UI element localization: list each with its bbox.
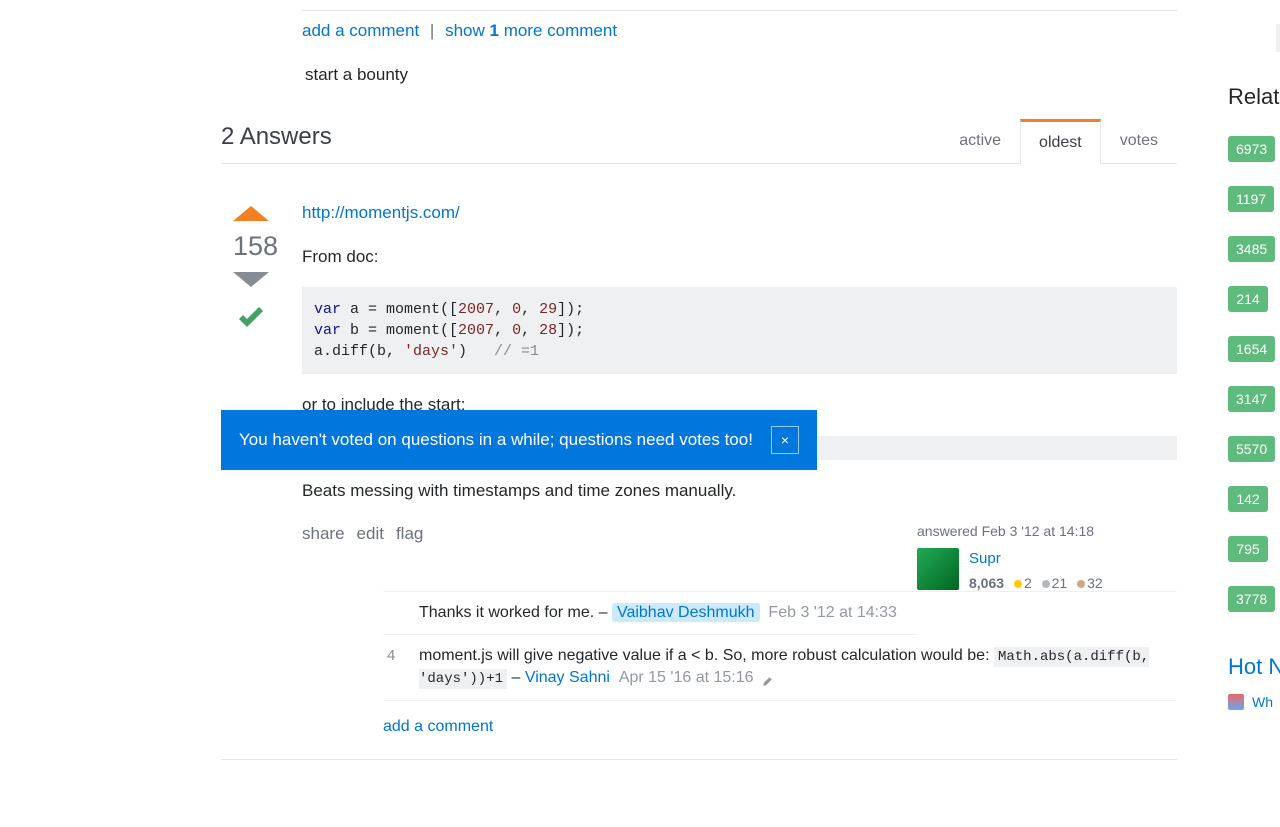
upvote-button[interactable] bbox=[233, 206, 269, 221]
answered-time: answered Feb 3 '12 at 14:18 bbox=[917, 521, 1177, 542]
related-item[interactable]: 3778 bbox=[1228, 586, 1280, 612]
comment-score bbox=[383, 602, 419, 624]
answers-header: 2 Answers active oldest votes bbox=[221, 119, 1177, 164]
related-heading: Related bbox=[1228, 84, 1280, 110]
related-item[interactable]: 795 bbox=[1228, 536, 1280, 562]
edit-link[interactable]: edit bbox=[357, 521, 384, 547]
silver-badge-icon bbox=[1042, 580, 1050, 588]
comment-row: Thanks it worked for me. – Vaibhav Deshm… bbox=[383, 592, 917, 635]
start-bounty-link[interactable]: start a bounty bbox=[305, 65, 1177, 85]
answer-sort-tabs: active oldest votes bbox=[940, 119, 1177, 163]
beats-text: Beats messing with timestamps and time z… bbox=[302, 478, 1177, 504]
related-list: 6973 1197 3485 214 1654 3147 5570 142 79… bbox=[1228, 136, 1280, 612]
related-item[interactable]: 3485 bbox=[1228, 236, 1280, 262]
related-item[interactable]: 142 bbox=[1228, 486, 1280, 512]
post-signature: answered Feb 3 '12 at 14:18 Supr 8,063 2… bbox=[917, 521, 1177, 595]
hot-network-item[interactable]: Wh bbox=[1228, 694, 1280, 710]
toast-message: You haven't voted on questions in a whil… bbox=[239, 430, 753, 450]
related-item[interactable]: 1197 bbox=[1228, 186, 1280, 212]
separator: | bbox=[430, 21, 434, 40]
answerer-name-link[interactable]: Supr bbox=[969, 550, 1001, 567]
main-content: add a comment | show 1 more comment star… bbox=[221, 0, 1177, 760]
code-block-1: var a = moment([2007, 0, 29]); var b = m… bbox=[302, 287, 1177, 374]
tab-votes[interactable]: votes bbox=[1101, 119, 1177, 164]
add-comment-link[interactable]: add a comment bbox=[383, 718, 493, 735]
comment-date: Feb 3 '12 at 14:33 bbox=[768, 604, 896, 621]
gold-badge-icon bbox=[1014, 580, 1022, 588]
downvote-button[interactable] bbox=[233, 272, 269, 287]
accepted-checkmark-icon bbox=[233, 301, 269, 337]
momentjs-link[interactable]: http://momentjs.com/ bbox=[302, 203, 460, 222]
from-doc-text: From doc: bbox=[302, 244, 1177, 270]
related-item[interactable]: 214 bbox=[1228, 286, 1280, 312]
share-link[interactable]: share bbox=[302, 521, 345, 547]
answers-count-heading: 2 Answers bbox=[221, 123, 332, 163]
sidebar-question-score: -3 bbox=[1276, 24, 1280, 52]
user-avatar[interactable] bbox=[917, 548, 959, 590]
show-more-comments-link[interactable]: show 1 more comment bbox=[445, 21, 617, 40]
vote-reminder-toast: You haven't voted on questions in a whil… bbox=[221, 410, 817, 470]
add-comment-link[interactable]: add a comment bbox=[302, 21, 419, 40]
comment-body: moment.js will give negative value if a … bbox=[419, 645, 1177, 690]
site-icon bbox=[1228, 694, 1244, 710]
comment-user-link[interactable]: Vinay Sahni bbox=[525, 669, 610, 686]
toast-close-button[interactable]: × bbox=[771, 426, 799, 454]
vote-count: 158 bbox=[233, 231, 269, 262]
comment-body: Thanks it worked for me. – Vaibhav Deshm… bbox=[419, 602, 917, 624]
tab-active[interactable]: active bbox=[940, 119, 1020, 164]
right-sidebar: -3 Related 6973 1197 3485 214 1654 3147 … bbox=[1228, 0, 1280, 710]
related-item[interactable]: 5570 bbox=[1228, 436, 1280, 462]
related-item[interactable]: 1654 bbox=[1228, 336, 1280, 362]
bronze-badge-icon bbox=[1077, 580, 1085, 588]
comment-row: 4 moment.js will give negative value if … bbox=[383, 635, 1177, 701]
comment-user-link[interactable]: Vaibhav Deshmukh bbox=[612, 603, 760, 622]
comment-date: Apr 15 '16 at 15:16 bbox=[619, 669, 754, 686]
add-comment-row: add a comment bbox=[383, 701, 1177, 739]
question-comment-actions: add a comment | show 1 more comment bbox=[302, 10, 1177, 47]
hot-network-heading: Hot Network Questions bbox=[1228, 654, 1280, 680]
pencil-icon bbox=[762, 672, 774, 684]
comment-score: 4 bbox=[383, 645, 419, 690]
tab-oldest[interactable]: oldest bbox=[1020, 119, 1101, 164]
related-item[interactable]: 6973 bbox=[1228, 136, 1280, 162]
flag-link[interactable]: flag bbox=[396, 521, 423, 547]
comments-list: Thanks it worked for me. – Vaibhav Deshm… bbox=[383, 591, 1177, 702]
related-item[interactable]: 3147 bbox=[1228, 386, 1280, 412]
